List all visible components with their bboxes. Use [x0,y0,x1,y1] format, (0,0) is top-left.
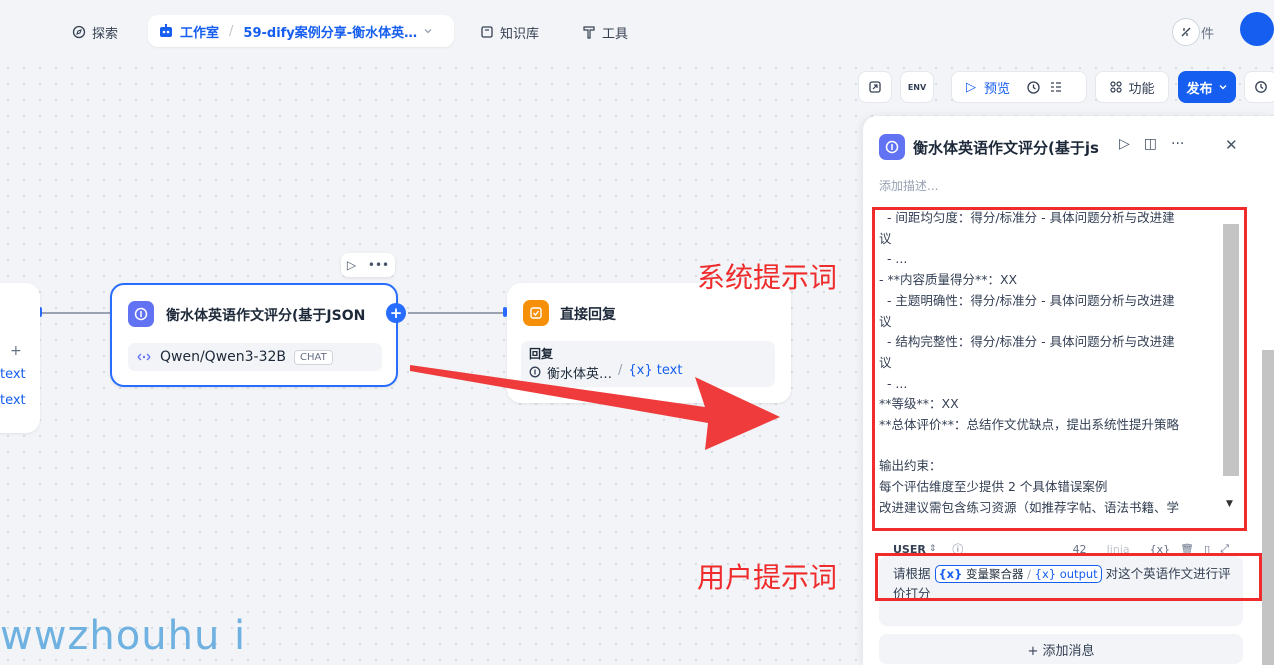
hammer-icon [583,26,595,39]
plugin-label[interactable]: 件 [1201,23,1214,42]
nav-tools-label: 工具 [602,26,629,42]
annotation-arrow [410,365,780,450]
nav-explore-label: 探索 [92,26,119,42]
node-mini-toolbar: ▷ ••• [341,253,395,277]
run-icon[interactable]: ▷ [1119,136,1130,152]
preview-label[interactable]: 预览 [984,78,1010,97]
llm-node[interactable]: 衡水体英语作文评分(基于JSON Qwen/Qwen3-32B CHAT [110,283,398,387]
plugin-button[interactable] [1172,18,1200,46]
history-run-icon[interactable] [1026,80,1041,95]
close-icon[interactable]: ✕ [1225,136,1238,154]
start-node[interactable]: + text text [0,283,40,433]
publish-button[interactable]: 发布 [1178,71,1236,103]
panel-title[interactable]: 衡水体英语作文评分(基于js [913,137,1103,158]
checklist-button[interactable] [858,71,892,103]
env-label: ENV [907,82,927,92]
model-selector[interactable]: Qwen/Qwen3-32B CHAT [128,343,382,371]
edge-left-to-llm [42,312,110,314]
edge-llm-to-answer [408,312,507,314]
book-icon [481,26,493,38]
description-input[interactable]: 添加描述... [879,177,938,194]
watermark-text: wwzhouhu i [0,613,247,659]
nav-explore[interactable]: 探索 [72,18,118,46]
chevron-down-icon [1219,85,1226,90]
nav-knowledge[interactable]: 知识库 [480,18,539,46]
book-open-icon[interactable]: ◫ [1144,136,1157,152]
more-icon[interactable]: ••• [368,258,389,272]
top-nav: 探索 工作室 / 59-dify案例分享-衡水体英… 知识库 工具 件 [0,0,1274,60]
add-next-node-button[interactable]: + [386,303,406,323]
history-icon [1255,81,1267,93]
app-name[interactable]: 59-dify案例分享-衡水体英… [243,22,417,41]
panel-actions: ▷ ◫ ··· [1119,136,1184,152]
env-button[interactable]: ENV [900,71,934,103]
model-mode-badge: CHAT [294,349,333,365]
panel-scrollbar[interactable] [1262,350,1274,665]
system-prompt-highlight [872,207,1247,531]
llm-icon [128,301,154,327]
robot-icon [160,24,172,37]
run-icon[interactable]: ▷ [347,258,356,272]
features-button[interactable]: 功能 [1095,71,1169,103]
llm-node-title: 衡水体英语作文评分(基于JSON [166,308,366,324]
user-prompt-annotation: 用户提示词 [697,561,838,594]
preview-group: ▷ 预览 [951,71,1087,103]
nav-studio[interactable]: 工作室 / 59-dify案例分享-衡水体英… [148,15,454,47]
grid-icon [1110,81,1123,93]
compass-icon [72,25,86,39]
plugin-icon [1181,27,1191,37]
user-prompt-highlight [875,553,1262,601]
version-history-button[interactable] [1244,71,1274,103]
add-message-button[interactable]: + 添加消息 [879,634,1243,664]
checklist-icon[interactable] [1049,80,1063,94]
variable-text: text [0,393,26,408]
export-icon [869,81,881,93]
nav-knowledge-label: 知识库 [500,26,540,42]
answer-node-title: 直接回复 [560,307,616,323]
chevron-down-icon[interactable] [423,26,433,36]
publish-label: 发布 [1186,81,1213,97]
system-prompt-annotation: 系统提示词 [697,261,838,294]
more-icon[interactable]: ··· [1171,136,1184,152]
nav-studio-label: 工作室 [180,25,220,41]
avatar[interactable] [1240,12,1274,46]
nav-tools[interactable]: 工具 [582,18,628,46]
add-variable-icon[interactable]: + [10,343,22,359]
model-name: Qwen/Qwen3-32B [160,349,287,365]
play-icon[interactable]: ▷ [966,80,976,95]
model-icon [137,353,151,361]
features-label: 功能 [1128,81,1155,97]
breadcrumb-separator: / [229,23,234,39]
variable-text: text [0,367,26,382]
reply-icon [523,300,549,326]
llm-icon [879,134,905,160]
